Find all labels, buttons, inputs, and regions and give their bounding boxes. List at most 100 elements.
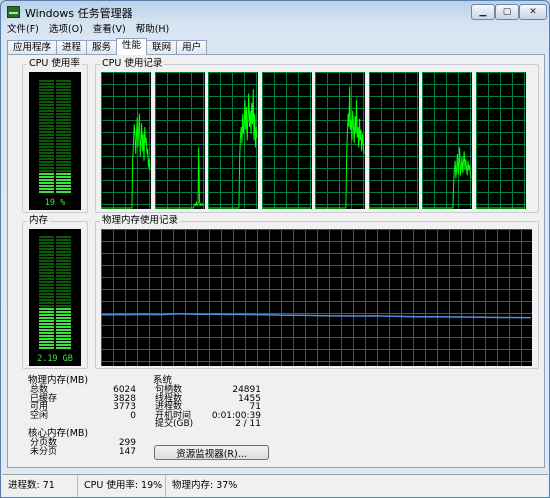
stat-row: 空闲 0 xyxy=(28,411,136,421)
cpu-meter-segment xyxy=(39,179,54,181)
cpu-core-graph xyxy=(315,72,365,209)
maximize-icon: ▢ xyxy=(502,7,512,17)
cpu-meter-segment xyxy=(39,104,54,106)
cpu-meter-segment xyxy=(56,176,71,178)
memory-meter-segment xyxy=(56,332,71,334)
memory-meter-segment xyxy=(56,323,71,325)
tab-users[interactable]: 用户 xyxy=(176,40,208,55)
cpu-meter-segment xyxy=(56,110,71,112)
cpu-meter-segment xyxy=(56,161,71,163)
cpu-meter-segment xyxy=(56,137,71,139)
cpu-meter-segment xyxy=(39,185,54,187)
cpu-meter-segment xyxy=(39,89,54,91)
memory-meter-segment xyxy=(39,320,54,322)
tab-applications[interactable]: 应用程序 xyxy=(7,40,58,55)
system-section: 系统 句柄数 24891 线程数 1455 进程数 71 开机时间 0:01:00:39… xyxy=(153,375,261,429)
memory-group: 内存 2.19 GB xyxy=(22,215,88,369)
memory-meter-segment xyxy=(39,338,54,340)
cpu-meter-segment xyxy=(39,140,54,142)
tab-performance[interactable]: 性能 xyxy=(116,38,148,55)
cpu-meter-segment xyxy=(56,104,71,106)
cpu-meter-segment xyxy=(39,176,54,178)
cpu-meter-segment xyxy=(56,86,71,88)
memory-meter-segment xyxy=(56,329,71,331)
memory-history-title: 物理内存使用记录 xyxy=(100,215,181,227)
memory-meter-segment xyxy=(56,257,71,259)
cpu-meter-segment xyxy=(39,158,54,160)
cpu-meter-segment xyxy=(56,146,71,148)
cpu-meter-segment xyxy=(56,92,71,94)
title-bar[interactable]: Windows 任务管理器 ▁ ▢ ✕ xyxy=(1,1,549,23)
cpu-meter-segment xyxy=(56,80,71,82)
memory-meter-segment xyxy=(56,341,71,343)
memory-meter-segment xyxy=(56,302,71,304)
close-button[interactable]: ✕ xyxy=(519,4,547,20)
memory-meter-segment xyxy=(56,296,71,298)
memory-meter-segment xyxy=(56,311,71,313)
menu-options[interactable]: 选项(O) xyxy=(44,22,88,37)
tab-processes[interactable]: 进程 xyxy=(56,40,88,55)
memory-meter-segment xyxy=(56,293,71,295)
memory-meter-segment xyxy=(39,293,54,295)
tab-networking[interactable]: 联网 xyxy=(146,40,178,55)
resource-monitor-button[interactable]: 资源监视器(R)... xyxy=(154,445,269,460)
memory-meter-segment xyxy=(39,263,54,265)
cpu-meter-segment xyxy=(39,95,54,97)
cpu-usage-group: CPU 使用率 19 % xyxy=(22,58,88,213)
tab-strip: 应用程序 进程 服务 性能 联网 用户 xyxy=(7,38,208,55)
minimize-button[interactable]: ▁ xyxy=(471,4,495,20)
stat-value: 2 / 11 xyxy=(235,419,261,429)
memory-meter-segment xyxy=(39,314,54,316)
cpu-meter-segment xyxy=(56,158,71,160)
cpu-meter-segment xyxy=(39,161,54,163)
cpu-meter-segment xyxy=(56,101,71,103)
menu-bar: 文件(F) 选项(O) 查看(V) 帮助(H) xyxy=(2,22,548,37)
memory-meter-segment xyxy=(39,242,54,244)
cpu-meter-segment xyxy=(56,170,71,172)
cpu-meter-segment xyxy=(56,134,71,136)
memory-meter-segment xyxy=(39,317,54,319)
maximize-button[interactable]: ▢ xyxy=(495,4,519,20)
memory-meter-segment xyxy=(39,329,54,331)
cpu-meter-segment xyxy=(56,167,71,169)
memory-meter-segment xyxy=(39,311,54,313)
memory-meter-segment xyxy=(39,245,54,247)
cpu-meter-segment xyxy=(56,107,71,109)
cpu-meter-segment xyxy=(39,149,54,151)
memory-meter-segment xyxy=(56,335,71,337)
memory-meter-segment xyxy=(56,314,71,316)
menu-view[interactable]: 查看(V) xyxy=(88,22,131,37)
tab-services[interactable]: 服务 xyxy=(86,40,118,55)
memory-meter-segment xyxy=(39,335,54,337)
cpu-meter-segment xyxy=(39,101,54,103)
task-manager-window: Windows 任务管理器 ▁ ▢ ✕ 文件(F) 选项(O) 查看(V) 帮助… xyxy=(0,0,550,498)
menu-file[interactable]: 文件(F) xyxy=(2,22,44,37)
memory-meter-segment xyxy=(56,317,71,319)
memory-meter-segment xyxy=(39,278,54,280)
status-bar: 进程数: 71 CPU 使用率: 19% 物理内存: 37% xyxy=(2,474,548,497)
cpu-meter-segment xyxy=(39,107,54,109)
memory-meter-segment xyxy=(39,347,54,349)
cpu-meter-segment xyxy=(56,119,71,121)
stat-label: 未分页 xyxy=(30,446,58,457)
memory-meter-segment xyxy=(56,308,71,310)
memory-meter-segment xyxy=(56,272,71,274)
memory-meter-segment xyxy=(56,281,71,283)
cpu-meter-segment xyxy=(56,173,71,175)
cpu-meter-segment xyxy=(39,146,54,148)
memory-meter-segment xyxy=(39,341,54,343)
cpu-meter-segment xyxy=(39,143,54,145)
memory-meter-segment xyxy=(39,236,54,238)
memory-meter-segment xyxy=(56,245,71,247)
cpu-meter-segment xyxy=(56,191,71,193)
cpu-meter-segment xyxy=(56,164,71,166)
menu-help[interactable]: 帮助(H) xyxy=(131,22,175,37)
memory-meter-segment xyxy=(39,275,54,277)
memory-meter-segment xyxy=(39,251,54,253)
cpu-history-title: CPU 使用记录 xyxy=(100,58,165,70)
cpu-meter-segment xyxy=(39,122,54,124)
memory-meter-segment xyxy=(56,242,71,244)
cpu-meter-segment xyxy=(39,182,54,184)
cpu-usage-value: 19 % xyxy=(44,198,66,208)
cpu-meter-segment xyxy=(39,188,54,190)
